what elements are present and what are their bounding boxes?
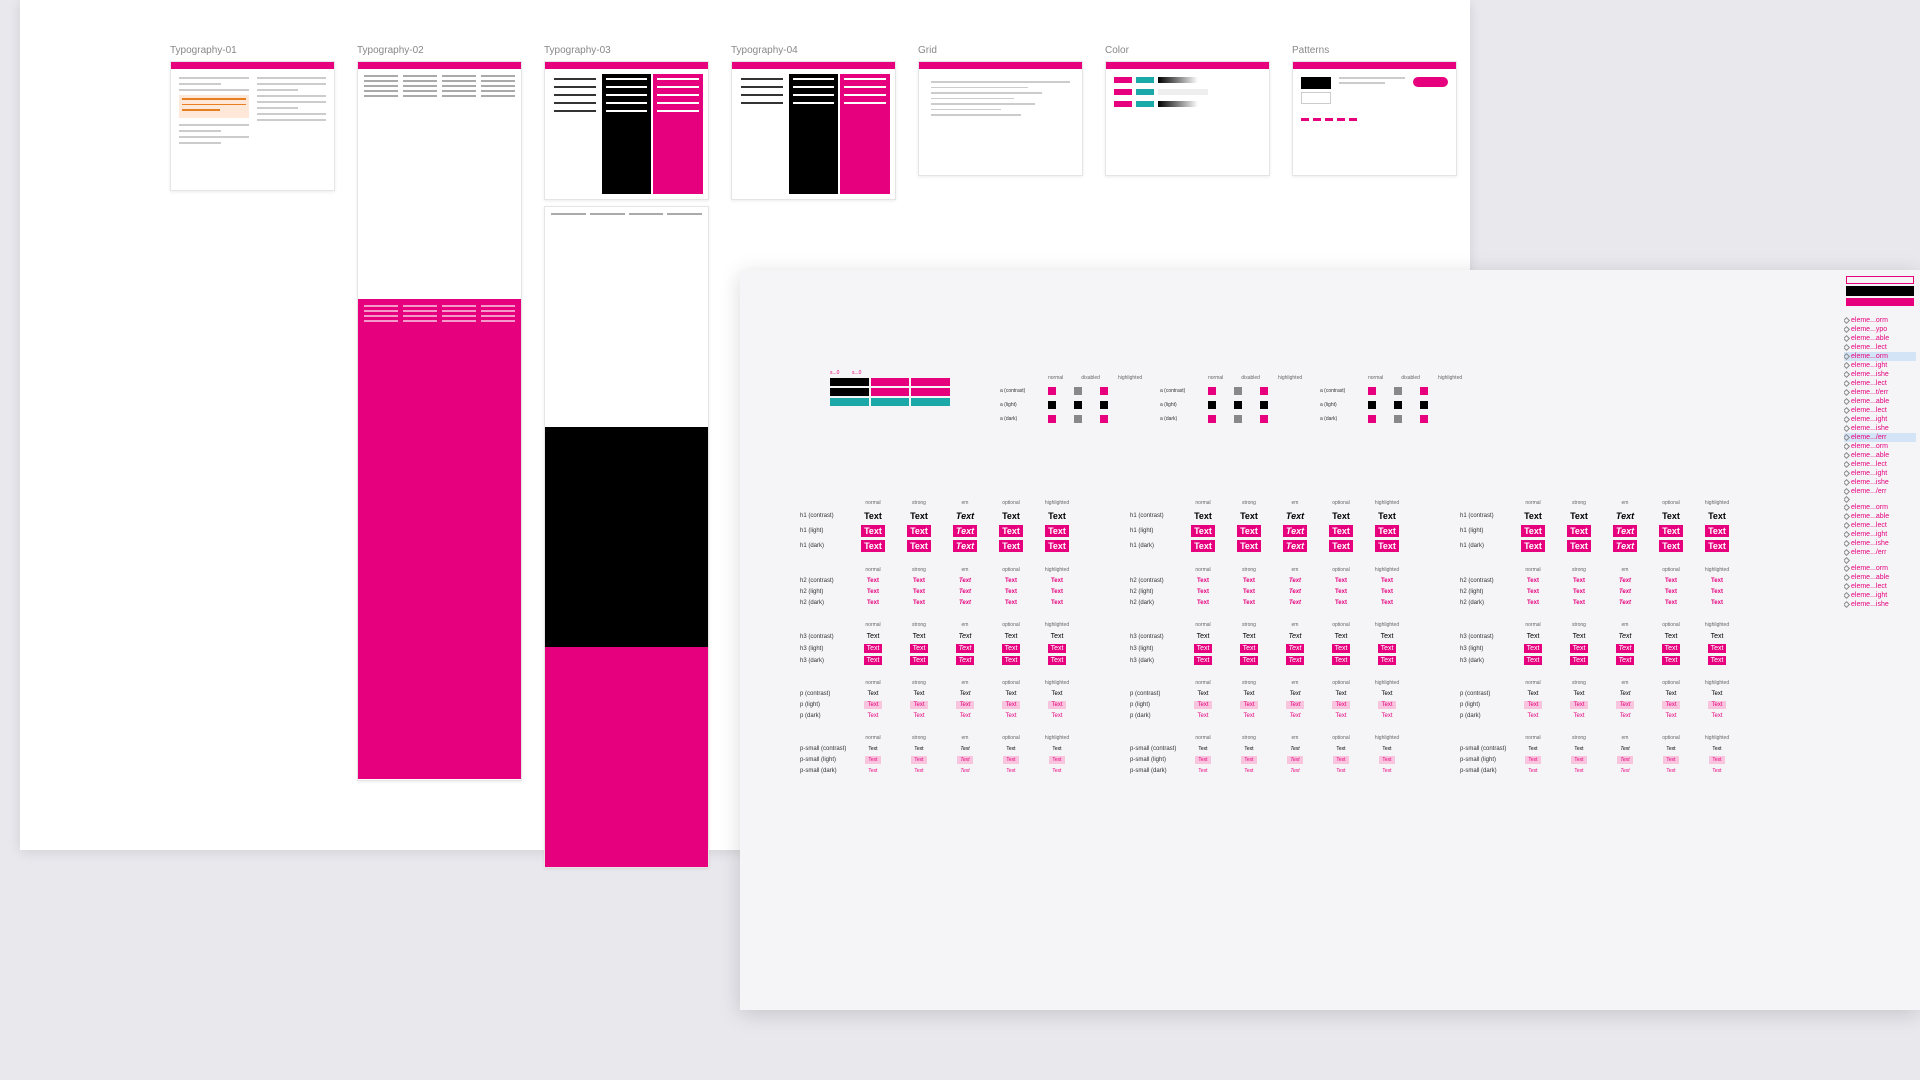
layer-preview-swatches [1840, 270, 1920, 314]
layer-item[interactable]: eleme...ishe [1844, 370, 1916, 379]
layer-item[interactable] [1844, 557, 1916, 564]
swatch-table-1: normaldisabledhighlighteda (contrast)a (… [1000, 375, 1142, 429]
layer-item[interactable]: eleme...able [1844, 451, 1916, 460]
layer-item[interactable]: eleme...lect [1844, 582, 1916, 591]
layer-item[interactable]: eleme...orm [1844, 442, 1916, 451]
layer-item[interactable]: eleme...orm [1844, 564, 1916, 573]
layer-item[interactable]: eleme...orm [1844, 503, 1916, 512]
layer-item[interactable]: eleme...able [1844, 334, 1916, 343]
artboard-thumbnail[interactable] [1105, 61, 1270, 176]
swatch-table-2: normaldisabledhighlighteda (contrast)a (… [1160, 375, 1302, 429]
layer-item[interactable]: eleme...orm [1844, 352, 1916, 361]
layer-item[interactable]: eleme...ight [1844, 469, 1916, 478]
artboard-label: Typography-04 [731, 45, 896, 56]
detail-design-canvas[interactable]: s...0s...0 normaldisabledhighlighteda (c… [740, 270, 1920, 1010]
layer-item[interactable]: eleme...able [1844, 397, 1916, 406]
layers-panel[interactable]: eleme...ormeleme...ypoeleme...ableeleme.… [1840, 270, 1920, 1010]
layers-list[interactable]: eleme...ormeleme...ypoeleme...ableeleme.… [1840, 314, 1920, 611]
artboard-typography-02[interactable]: Typography-02 [357, 45, 522, 868]
artboard-thumbnail-stack[interactable] [544, 206, 709, 868]
layer-item[interactable]: eleme...ight [1844, 530, 1916, 539]
layer-item[interactable]: eleme...able [1844, 512, 1916, 521]
artboard-thumbnail[interactable] [731, 61, 896, 200]
artboard-thumbnail[interactable] [170, 61, 335, 191]
artboard-label: Patterns [1292, 45, 1457, 56]
artboard-thumbnail[interactable] [918, 61, 1083, 176]
layer-item[interactable]: eleme...lect [1844, 521, 1916, 530]
redline-spec-block: s...0s...0 [830, 370, 950, 408]
layer-item[interactable]: eleme...lect [1844, 406, 1916, 415]
layer-item[interactable]: eleme...ishe [1844, 478, 1916, 487]
spec-dim: s...0 [852, 370, 872, 376]
type-table-3: normalstrongemoptionalhighlightedh1 (con… [1460, 500, 1740, 790]
layer-item[interactable]: eleme...ishe [1844, 600, 1916, 609]
artboard-label: Grid [918, 45, 1083, 56]
artboard-label: Typography-03 [544, 45, 709, 56]
layer-item[interactable]: eleme...ight [1844, 415, 1916, 424]
layer-item[interactable] [1844, 496, 1916, 503]
typography-sample-tables: normalstrongemoptionalhighlightedh1 (con… [800, 500, 1740, 790]
layer-item[interactable]: eleme...t/err [1844, 388, 1916, 397]
layer-item[interactable]: eleme...lect [1844, 460, 1916, 469]
artboard-thumbnail[interactable] [357, 61, 522, 781]
artboard-label: Color [1105, 45, 1270, 56]
layer-item[interactable]: eleme.../err [1844, 548, 1916, 557]
type-table-2: normalstrongemoptionalhighlightedh1 (con… [1130, 500, 1410, 790]
layer-item[interactable]: eleme...lect [1844, 379, 1916, 388]
layer-item[interactable]: eleme...ight [1844, 361, 1916, 370]
layer-item[interactable]: eleme...ishe [1844, 539, 1916, 548]
artboard-thumbnail[interactable] [544, 61, 709, 200]
layer-item[interactable]: eleme...ishe [1844, 424, 1916, 433]
layer-item[interactable]: eleme...ypo [1844, 325, 1916, 334]
spec-dim: s...0 [830, 370, 850, 376]
layer-item[interactable]: eleme...able [1844, 573, 1916, 582]
artboard-thumbnail[interactable] [1292, 61, 1457, 176]
layer-item[interactable]: eleme...lect [1844, 343, 1916, 352]
layer-item[interactable]: eleme...orm [1844, 316, 1916, 325]
layer-item[interactable]: eleme.../err [1844, 433, 1916, 442]
layer-item[interactable]: eleme.../err [1844, 487, 1916, 496]
artboard-label: Typography-01 [170, 45, 335, 56]
layer-item[interactable]: eleme...ight [1844, 591, 1916, 600]
artboard-typography-03[interactable]: Typography-03 [544, 45, 709, 868]
swatch-table-3: normaldisabledhighlighteda (contrast)a (… [1320, 375, 1462, 429]
artboard-typography-01[interactable]: Typography-01 [170, 45, 335, 868]
artboard-label: Typography-02 [357, 45, 522, 56]
type-table-1: normalstrongemoptionalhighlightedh1 (con… [800, 500, 1080, 790]
